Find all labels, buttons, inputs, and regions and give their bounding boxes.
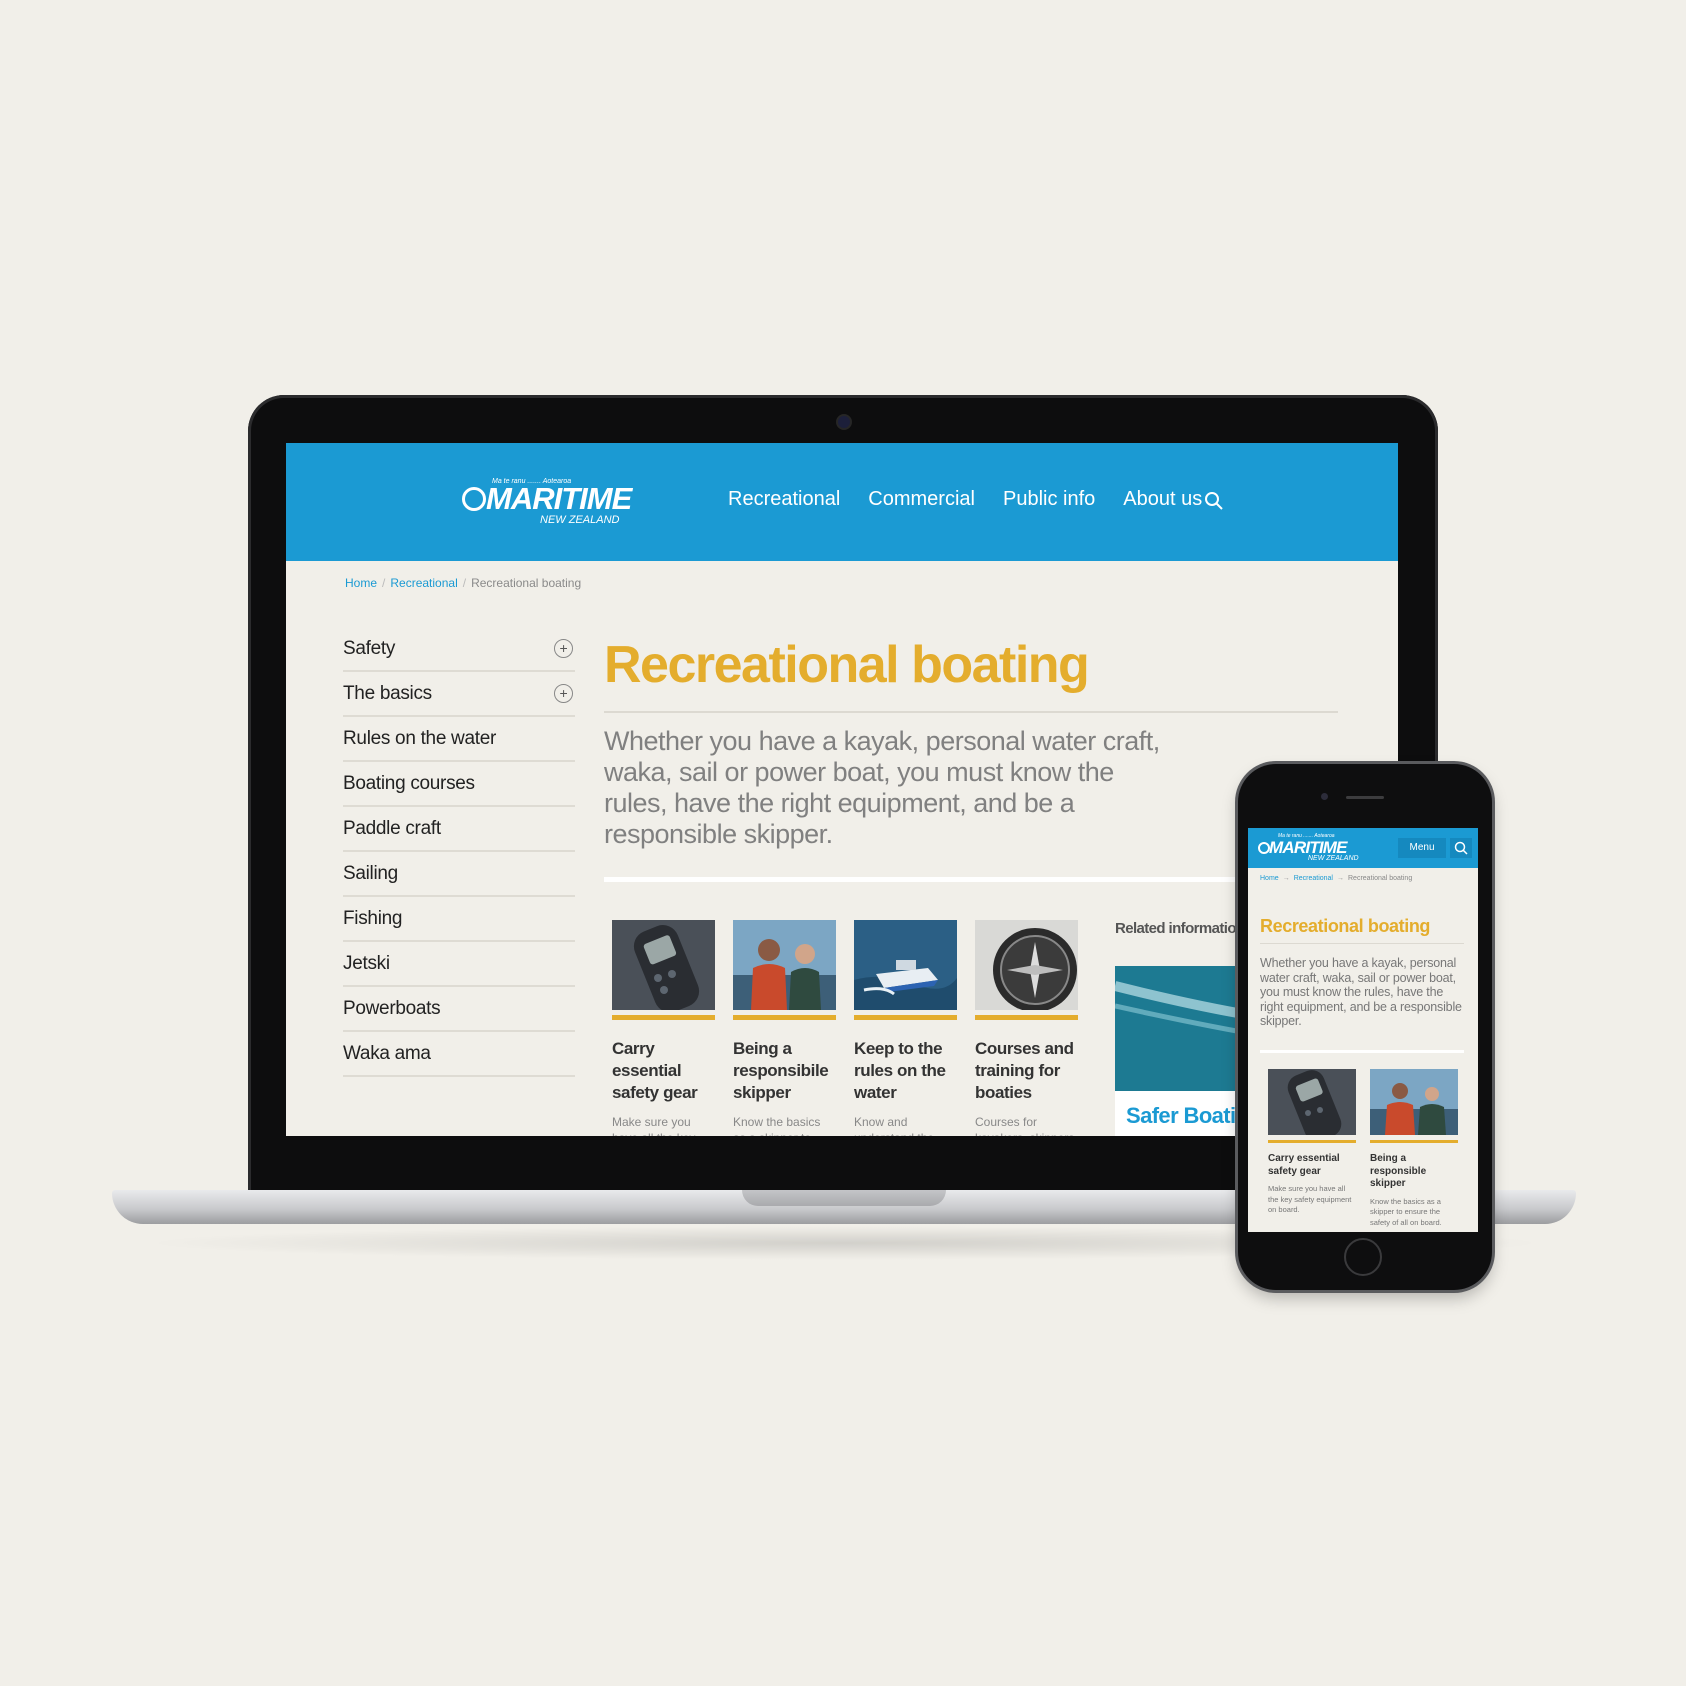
- sidebar-item-label: Safety: [343, 637, 396, 659]
- sidebar-item-label: Paddle craft: [343, 817, 441, 839]
- nav-recreational[interactable]: Recreational: [728, 488, 840, 511]
- sidebar-item-the-basics[interactable]: The basics +: [343, 672, 575, 717]
- card-image-compass: [975, 920, 1078, 1012]
- lead-paragraph: Whether you have a kayak, personal water…: [1260, 956, 1462, 1028]
- card-accent-bar: [975, 1015, 1078, 1020]
- phone-screen: Ma te ranu ....... Aotearoa MARITIME NEW…: [1248, 828, 1478, 1232]
- card-accent-bar: [733, 1015, 836, 1020]
- card-description: Know and understand the rules: [854, 1115, 934, 1136]
- breadcrumb-current: Recreational boating: [1348, 875, 1413, 882]
- breadcrumb-recreational[interactable]: Recreational: [390, 576, 457, 590]
- card-accent-bar: [1370, 1140, 1458, 1143]
- divider: [1260, 943, 1464, 944]
- divider: [604, 711, 1338, 713]
- card-description: Make sure you have all the key safety: [612, 1115, 695, 1136]
- breadcrumb: Home → Recreational → Recreational boating: [1260, 875, 1412, 882]
- laptop-screen: Ma te ranu ....... Aotearoa MARITIME NEW…: [286, 443, 1398, 1136]
- card-accent-bar: [854, 1015, 957, 1020]
- card-image-radio: [612, 920, 715, 1013]
- card-title[interactable]: Keep to the rules on the water: [854, 1038, 957, 1104]
- card-grid: Carry essential safety gear Make sure yo…: [1268, 1069, 1458, 1228]
- card-safety-gear[interactable]: Carry essential safety gear Make sure yo…: [1268, 1069, 1356, 1228]
- page-title: Recreational boating: [604, 636, 1090, 694]
- sidebar-item-label: Rules on the water: [343, 727, 497, 749]
- sidebar-item-label: Waka ama: [343, 1042, 431, 1064]
- sidebar-item-label: Sailing: [343, 862, 398, 884]
- breadcrumb-arrow-icon: →: [1337, 875, 1344, 882]
- search-icon[interactable]: [1450, 838, 1472, 858]
- phone-speaker: [1346, 796, 1384, 799]
- sidebar-item-boating-courses[interactable]: Boating courses: [343, 762, 575, 807]
- sidebar-item-powerboats[interactable]: Powerboats: [343, 987, 575, 1032]
- breadcrumb-home[interactable]: Home: [1260, 875, 1279, 882]
- card-title[interactable]: Courses and training for boaties: [975, 1038, 1078, 1104]
- card-description: Make sure you have all the key safety eq…: [1268, 1184, 1352, 1214]
- expand-plus-icon[interactable]: +: [554, 639, 573, 658]
- card-image-powerboat: [854, 920, 957, 1010]
- breadcrumb-separator: /: [382, 576, 386, 590]
- card-responsible-skipper[interactable]: Being a responsible skipper Know the bas…: [1370, 1069, 1458, 1228]
- card-title[interactable]: Being a responsibile skipper: [733, 1038, 836, 1104]
- divider: [604, 877, 1338, 882]
- card-grid: Carry essential safety gear Make sure yo…: [612, 920, 1078, 1136]
- sidebar-item-label: Jetski: [343, 952, 390, 974]
- sidebar-item-label: Powerboats: [343, 997, 441, 1019]
- sidebar-item-fishing[interactable]: Fishing: [343, 897, 575, 942]
- breadcrumb-home[interactable]: Home: [345, 576, 377, 590]
- lead-paragraph: Whether you have a kayak, personal water…: [604, 726, 1160, 849]
- divider: [1260, 1050, 1464, 1053]
- main-nav: Recreational Commercial Public info Abou…: [728, 488, 1202, 511]
- card-title[interactable]: Being a responsible skipper: [1370, 1153, 1458, 1191]
- sidebar-item-label: Boating courses: [343, 772, 475, 794]
- phone-camera: [1321, 793, 1328, 800]
- expand-plus-icon[interactable]: +: [554, 684, 573, 703]
- sidebar-item-jetski[interactable]: Jetski: [343, 942, 575, 987]
- related-information-heading: Related information: [1115, 920, 1245, 937]
- breadcrumb-current: Recreational boating: [471, 576, 582, 590]
- breadcrumb-separator: /: [462, 576, 467, 590]
- breadcrumb: Home / Recreational / Recreational boating: [345, 576, 581, 590]
- nav-commercial[interactable]: Commercial: [868, 488, 975, 511]
- sidebar-item-sailing[interactable]: Sailing: [343, 852, 575, 897]
- menu-button[interactable]: Menu: [1398, 838, 1446, 858]
- page-title: Recreational boating: [1260, 916, 1431, 936]
- card-rules-on-water[interactable]: Keep to the rules on the water Know and …: [854, 920, 957, 1136]
- laptop-camera: [838, 416, 850, 428]
- search-icon[interactable]: [1204, 491, 1224, 511]
- card-title[interactable]: Carry essential safety gear: [1268, 1153, 1356, 1178]
- card-image-radio: [1268, 1069, 1356, 1142]
- laptop-hinge-notch: [742, 1190, 946, 1206]
- sidebar-item-safety[interactable]: Safety +: [343, 627, 575, 672]
- card-responsible-skipper[interactable]: Being a responsibile skipper Know the ba…: [733, 920, 836, 1136]
- breadcrumb-recreational[interactable]: Recreational: [1294, 875, 1333, 882]
- logo-subtitle: NEW ZEALAND: [540, 514, 620, 526]
- logo-subtitle: NEW ZEALAND: [1308, 855, 1359, 862]
- card-title[interactable]: Carry essential safety gear: [612, 1038, 715, 1104]
- sidebar-item-label: Fishing: [343, 907, 403, 929]
- card-image-skippers: [733, 920, 836, 1010]
- card-accent-bar: [1268, 1140, 1356, 1143]
- card-description: Know the basics as a skipper to ensure: [733, 1115, 821, 1136]
- logo[interactable]: MARITIME: [486, 481, 632, 517]
- card-courses-training[interactable]: Courses and training for boaties Courses…: [975, 920, 1078, 1136]
- card-image-skippers: [1370, 1069, 1458, 1135]
- card-accent-bar: [612, 1015, 715, 1020]
- sidebar-nav: Safety + The basics + Rules on the water B…: [343, 627, 575, 1077]
- nav-public-info[interactable]: Public info: [1003, 488, 1095, 511]
- card-description: Know the basics as a skipper to ensure t…: [1370, 1196, 1442, 1227]
- breadcrumb-arrow-icon: →: [1282, 875, 1290, 882]
- sidebar-item-paddle-craft[interactable]: Paddle craft: [343, 807, 575, 852]
- card-safety-gear[interactable]: Carry essential safety gear Make sure yo…: [612, 920, 715, 1136]
- sidebar-item-waka-ama[interactable]: Waka ama: [343, 1032, 575, 1077]
- card-description: Courses for kayakers, skippers: [975, 1115, 1074, 1136]
- logo-globe-icon: [462, 487, 486, 511]
- sidebar-item-label: The basics: [343, 682, 432, 704]
- nav-about-us[interactable]: About us: [1123, 488, 1202, 511]
- phone-home-button: [1344, 1238, 1382, 1276]
- sidebar-item-rules-on-the-water[interactable]: Rules on the water: [343, 717, 575, 762]
